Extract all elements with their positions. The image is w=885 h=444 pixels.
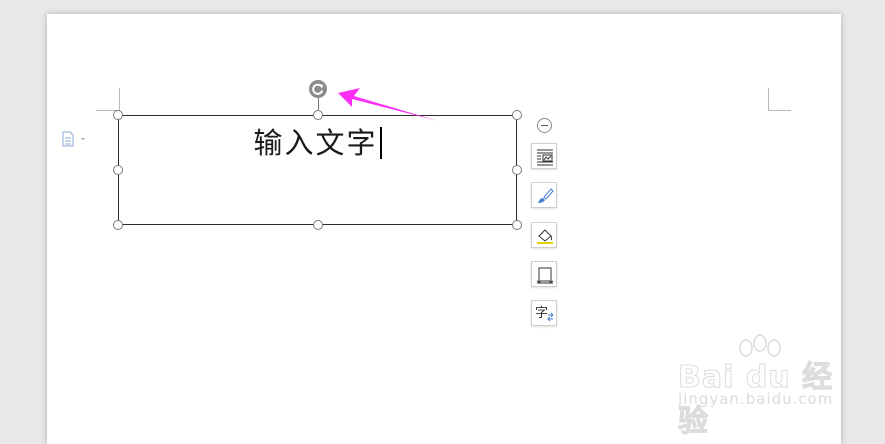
shape-outline-button[interactable]: [531, 261, 557, 287]
direction-arrows-icon: [547, 312, 554, 322]
text-wrap-button[interactable]: [531, 143, 557, 169]
shape-fill-button[interactable]: [531, 222, 557, 248]
text-direction-button[interactable]: 字: [531, 300, 557, 326]
shape-style-button[interactable]: [531, 182, 557, 208]
baidu-jingyan-watermark: Bai du 经验 jingyan.baidu.com: [678, 334, 848, 440]
watermark-url: jingyan.baidu.com: [678, 390, 834, 408]
collapse-toolbar-button[interactable]: [537, 118, 552, 133]
brush-icon: [538, 188, 554, 203]
fill-icon: [537, 229, 553, 244]
border-frame-icon: [536, 267, 554, 284]
text-wrap-icon: [537, 149, 553, 166]
